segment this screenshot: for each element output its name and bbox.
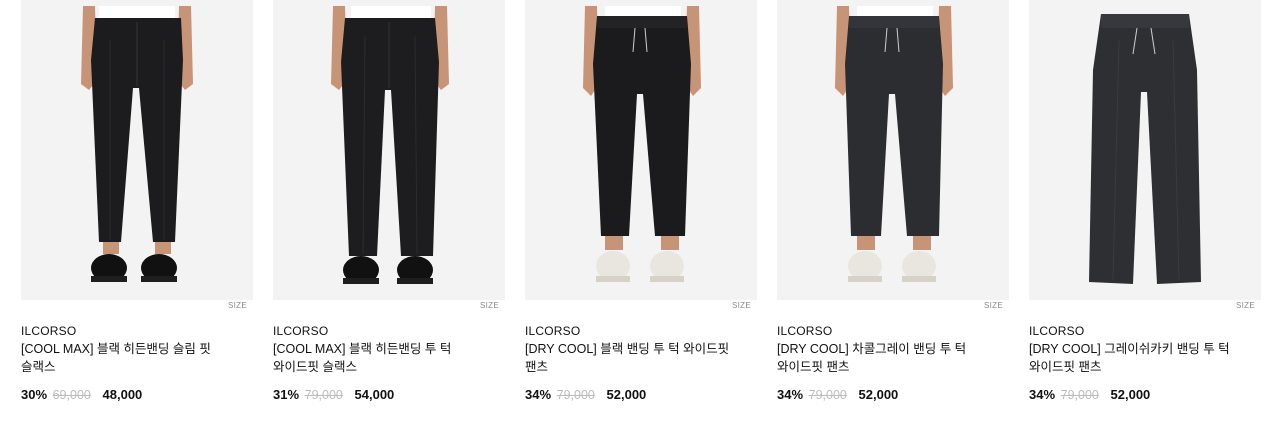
brand-name[interactable]: ILCORSO	[21, 323, 76, 339]
product-image[interactable]: SIZE	[21, 0, 253, 314]
sale-price: 48,000	[102, 387, 143, 402]
price-row: 34% 79,000 52,000	[1029, 386, 1150, 404]
price-row: 30% 69,000 48,000	[21, 386, 142, 404]
original-price: 79,000	[808, 388, 847, 402]
discount-rate: 30%	[21, 387, 48, 402]
product-name[interactable]: [DRY COOL] 차콜그레이 밴딩 투 턱 와이드핏 팬츠	[777, 340, 987, 376]
product-card[interactable]: SIZE ILCORSO [COOL MAX] 블랙 히든밴딩 슬림 핏 슬랙스…	[21, 0, 253, 402]
product-name[interactable]: [DRY COOL] 블랙 밴딩 투 턱 와이드핏 팬츠	[525, 340, 735, 376]
original-price: 79,000	[304, 388, 343, 402]
black-banding-pants-image	[525, 0, 757, 300]
product-image[interactable]: SIZE	[273, 0, 505, 314]
brand-name[interactable]: ILCORSO	[273, 323, 328, 339]
sale-price: 52,000	[858, 387, 899, 402]
product-name[interactable]: [DRY COOL] 그레이쉬카키 밴딩 투 턱 와이드핏 팬츠	[1029, 340, 1239, 376]
price-row: 34% 79,000 52,000	[777, 386, 898, 404]
product-grid: SIZE ILCORSO [COOL MAX] 블랙 히든밴딩 슬림 핏 슬랙스…	[0, 0, 1264, 437]
size-tag[interactable]: SIZE	[226, 300, 249, 312]
product-image[interactable]: SIZE	[525, 0, 757, 314]
product-name[interactable]: [COOL MAX] 블랙 히든밴딩 슬림 핏 슬랙스	[21, 340, 231, 376]
size-tag[interactable]: SIZE	[730, 300, 753, 312]
product-card[interactable]: SIZE ILCORSO [COOL MAX] 블랙 히든밴딩 투 턱 와이드핏…	[273, 0, 505, 402]
image-footer	[273, 300, 505, 314]
sale-price: 54,000	[354, 387, 395, 402]
product-card[interactable]: SIZE ILCORSO [DRY COOL] 차콜그레이 밴딩 투 턱 와이드…	[777, 0, 1009, 402]
original-price: 79,000	[1060, 388, 1099, 402]
product-image[interactable]: SIZE	[777, 0, 1009, 314]
discount-rate: 31%	[273, 387, 300, 402]
charcoal-banding-pants-image	[777, 0, 1009, 300]
original-price: 69,000	[52, 388, 91, 402]
brand-name[interactable]: ILCORSO	[777, 323, 832, 339]
gray-khaki-banding-pants-image	[1029, 0, 1261, 300]
sale-price: 52,000	[606, 387, 647, 402]
product-image[interactable]: SIZE	[1029, 0, 1261, 314]
product-name[interactable]: [COOL MAX] 블랙 히든밴딩 투 턱 와이드핏 슬랙스	[273, 340, 483, 376]
black-wide-slacks-image	[273, 0, 505, 300]
sale-price: 52,000	[1110, 387, 1151, 402]
brand-name[interactable]: ILCORSO	[1029, 323, 1084, 339]
image-footer	[525, 300, 757, 314]
product-card[interactable]: SIZE ILCORSO [DRY COOL] 블랙 밴딩 투 턱 와이드핏 팬…	[525, 0, 757, 402]
image-footer	[777, 300, 1009, 314]
size-tag[interactable]: SIZE	[982, 300, 1005, 312]
discount-rate: 34%	[777, 387, 804, 402]
price-row: 34% 79,000 52,000	[525, 386, 646, 404]
size-tag[interactable]: SIZE	[478, 300, 501, 312]
discount-rate: 34%	[525, 387, 552, 402]
product-card[interactable]: SIZE ILCORSO [DRY COOL] 그레이쉬카키 밴딩 투 턱 와이…	[1029, 0, 1261, 402]
black-slim-slacks-image	[21, 0, 253, 300]
size-tag[interactable]: SIZE	[1234, 300, 1257, 312]
price-row: 31% 79,000 54,000	[273, 386, 394, 404]
image-footer	[1029, 300, 1261, 314]
image-footer	[21, 300, 253, 314]
brand-name[interactable]: ILCORSO	[525, 323, 580, 339]
discount-rate: 34%	[1029, 387, 1056, 402]
original-price: 79,000	[556, 388, 595, 402]
